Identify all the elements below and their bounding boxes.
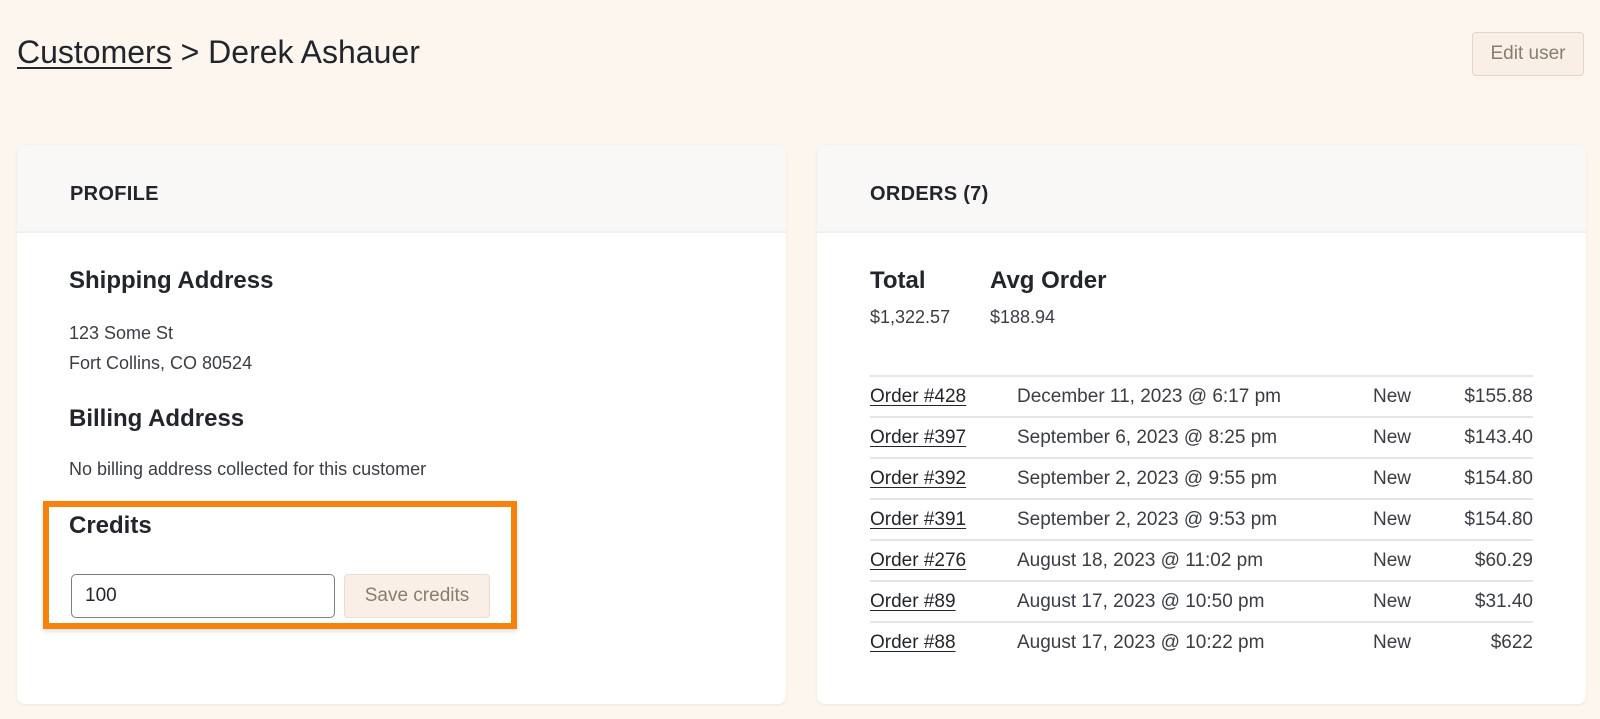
total-label: Total: [870, 267, 926, 294]
total-value: $1,322.57: [870, 307, 951, 327]
order-link[interactable]: Order #397: [870, 427, 966, 449]
shipping-address-heading: Shipping Address: [69, 267, 274, 294]
breadcrumb-separator: >: [180, 34, 200, 70]
order-amount: $155.88: [1464, 386, 1533, 407]
order-date: December 11, 2023 @ 6:17 pm: [1017, 386, 1281, 407]
shipping-address-line2: Fort Collins, CO 80524: [69, 353, 253, 373]
billing-address-text: No billing address collected for this cu…: [69, 459, 427, 479]
order-status: New: [1373, 632, 1412, 653]
order-row: Order #428 December 11, 2023 @ 6:17 pm N…: [870, 375, 1533, 416]
order-row: Order #89 August 17, 2023 @ 10:50 pm New…: [870, 580, 1533, 621]
avg-order-value: $188.94: [990, 307, 1056, 327]
order-link[interactable]: Order #89: [870, 591, 956, 613]
order-link[interactable]: Order #391: [870, 509, 966, 531]
orders-title: ORDERS (7): [870, 183, 989, 205]
profile-title: PROFILE: [70, 183, 159, 205]
order-link[interactable]: Order #88: [870, 632, 956, 654]
orders-card: ORDERS (7) Total $1,322.57 Avg Order $18…: [817, 145, 1586, 704]
billing-address-heading: Billing Address: [69, 405, 245, 432]
shipping-address-line1: 123 Some St: [69, 323, 174, 343]
order-amount: $154.80: [1464, 468, 1533, 489]
order-date: August 17, 2023 @ 10:50 pm: [1017, 591, 1265, 612]
order-link[interactable]: Order #392: [870, 468, 966, 490]
order-amount: $31.40: [1474, 591, 1533, 612]
breadcrumb-customers-link[interactable]: Customers: [17, 34, 172, 70]
order-status: New: [1373, 509, 1412, 530]
credits-heading: Credits: [69, 512, 152, 539]
order-status: New: [1373, 550, 1412, 571]
breadcrumb-current: Derek Ashauer: [208, 34, 420, 70]
orders-table: Order #428 December 11, 2023 @ 6:17 pm N…: [870, 375, 1533, 662]
order-amount: $154.80: [1464, 509, 1533, 530]
order-status: New: [1373, 427, 1412, 448]
order-date: September 2, 2023 @ 9:55 pm: [1017, 468, 1278, 489]
order-row: Order #392 September 2, 2023 @ 9:55 pm N…: [870, 457, 1533, 498]
order-row: Order #397 September 6, 2023 @ 8:25 pm N…: [870, 416, 1533, 457]
order-date: September 6, 2023 @ 8:25 pm: [1017, 427, 1278, 448]
order-row: Order #88 August 17, 2023 @ 10:22 pm New…: [870, 621, 1533, 662]
order-date: September 2, 2023 @ 9:53 pm: [1017, 509, 1278, 530]
order-row: Order #391 September 2, 2023 @ 9:53 pm N…: [870, 498, 1533, 539]
order-amount: $143.40: [1464, 427, 1533, 448]
order-amount: $622: [1490, 632, 1533, 653]
order-date: August 17, 2023 @ 10:22 pm: [1017, 632, 1265, 653]
order-status: New: [1373, 386, 1412, 407]
order-date: August 18, 2023 @ 11:02 pm: [1017, 550, 1264, 571]
order-link[interactable]: Order #276: [870, 550, 966, 572]
order-row: Order #276 August 18, 2023 @ 11:02 pm Ne…: [870, 539, 1533, 580]
order-status: New: [1373, 468, 1412, 489]
orders-card-header: ORDERS (7): [817, 145, 1586, 233]
breadcrumb: Customers > Derek Ashauer: [17, 34, 420, 71]
credits-input[interactable]: [71, 574, 335, 618]
avg-order-label: Avg Order: [990, 267, 1107, 294]
profile-card-header: PROFILE: [17, 145, 786, 233]
save-credits-button[interactable]: Save credits: [344, 574, 490, 618]
page-header: Customers > Derek Ashauer Edit user: [0, 0, 1600, 120]
order-amount: $60.29: [1474, 550, 1533, 571]
order-link[interactable]: Order #428: [870, 386, 966, 408]
edit-user-button[interactable]: Edit user: [1472, 32, 1584, 76]
order-status: New: [1373, 591, 1412, 612]
profile-card: PROFILE Shipping Address 123 Some St For…: [17, 145, 786, 704]
